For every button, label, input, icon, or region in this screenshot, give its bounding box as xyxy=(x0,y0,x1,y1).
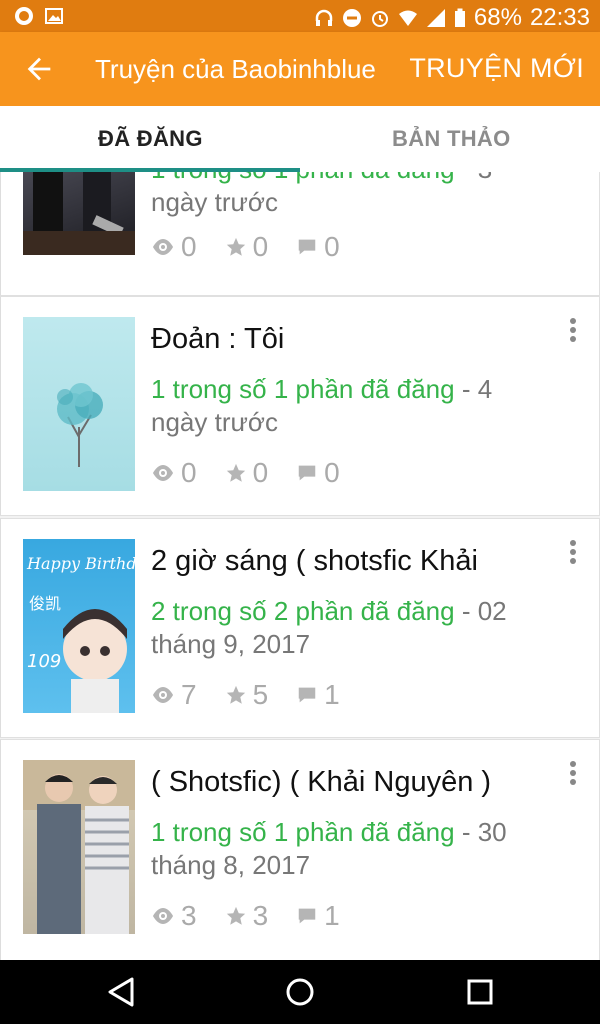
views-icon xyxy=(153,687,173,703)
parts-published: 2 trong số 2 phần đã đăng xyxy=(151,596,455,626)
votes-count: 0 xyxy=(252,231,269,262)
tab-bar: ĐÃ ĐĂNG BẢN THẢO xyxy=(0,106,600,173)
story-card[interactable]: 1 trong số 1 phần đã đăng - 3 ngày trước… xyxy=(0,172,600,296)
comments-icon xyxy=(298,687,316,703)
page-title: Truyện của Baobinhblue xyxy=(95,54,376,84)
published-time-start: - 02 xyxy=(461,596,507,626)
published-time: ngày trước xyxy=(151,187,278,217)
story-stats: 3 3 1 xyxy=(151,900,368,932)
parts-published: 1 trong số 1 phần đã đăng xyxy=(151,374,455,404)
published-time-start: - 4 xyxy=(461,374,493,404)
app-notification-icon xyxy=(15,7,33,25)
published-time-start: - 3 xyxy=(462,172,492,184)
cover-image xyxy=(57,383,103,467)
story-list: 1 trong số 1 phần đã đăng - 3 ngày trước… xyxy=(0,172,600,960)
votes-icon xyxy=(226,237,245,256)
votes-icon xyxy=(226,906,245,925)
votes-count: 0 xyxy=(252,457,269,488)
story-card[interactable]: ( Shotsfic) ( Khải Nguyên ) 1 trong số 1… xyxy=(0,739,600,960)
battery-level: 68% xyxy=(473,4,522,31)
story-meta: 1 trong số 1 phần đã đăng - 30 tháng 8, … xyxy=(151,816,571,882)
nav-back-icon[interactable] xyxy=(106,976,136,1008)
story-cover xyxy=(23,760,135,934)
votes-icon xyxy=(226,685,245,704)
svg-text:109: 109 xyxy=(27,651,61,672)
clock: 22:33 xyxy=(529,4,590,31)
comments-icon xyxy=(298,465,316,481)
cover-image: Happy Birthday 俊凯 109 xyxy=(26,554,135,713)
story-cover xyxy=(23,172,135,255)
comments-count: 1 xyxy=(324,900,340,931)
image-notification-icon xyxy=(45,8,63,24)
story-title[interactable]: Đoản : Tôi xyxy=(151,323,531,356)
signal-icon xyxy=(426,9,445,27)
parts-published: 1 trong số 1 phần đã đăng xyxy=(151,172,455,184)
comments-count: 0 xyxy=(324,231,340,262)
svg-text:俊凯: 俊凯 xyxy=(29,594,61,613)
battery-icon xyxy=(454,8,465,27)
votes-count: 3 xyxy=(252,900,269,931)
cover-image xyxy=(23,760,135,934)
tab-published[interactable]: ĐÃ ĐĂNG xyxy=(98,126,203,152)
story-title[interactable]: 2 giờ sáng ( shotsfic Khải xyxy=(151,545,531,578)
alarm-icon xyxy=(371,11,388,27)
tab-drafts[interactable]: BẢN THẢO xyxy=(392,126,511,152)
views-count: 3 xyxy=(181,900,197,931)
comments-icon xyxy=(298,239,316,255)
votes-count: 5 xyxy=(252,679,269,710)
more-vert-icon[interactable] xyxy=(569,760,577,786)
views-icon xyxy=(153,465,173,481)
cover-image xyxy=(23,172,135,255)
story-meta: 2 trong số 2 phần đã đăng - 02 tháng 9, … xyxy=(151,595,571,661)
views-count: 0 xyxy=(181,231,197,262)
story-stats: 7 5 1 xyxy=(151,679,368,711)
story-card[interactable]: Đoản : Tôi 1 trong số 1 phần đã đăng - 4… xyxy=(0,296,600,516)
comments-icon xyxy=(298,908,316,924)
published-time: ngày trước xyxy=(151,407,278,437)
votes-icon xyxy=(226,463,245,482)
views-count: 0 xyxy=(181,457,197,488)
views-count: 7 xyxy=(181,679,197,710)
status-bar: 68% 22:33 xyxy=(0,0,600,32)
wifi-icon xyxy=(398,10,417,26)
nav-home-icon[interactable] xyxy=(285,976,315,1008)
system-nav-bar xyxy=(0,960,600,1024)
parts-published: 1 trong số 1 phần đã đăng xyxy=(151,817,455,847)
new-story-button[interactable]: TRUYỆN MỚI xyxy=(409,53,584,84)
back-arrow-icon[interactable] xyxy=(22,52,56,86)
views-icon xyxy=(153,239,173,255)
comments-count: 0 xyxy=(324,457,340,488)
nav-recents-icon[interactable] xyxy=(466,976,494,1008)
story-card[interactable]: Happy Birthday 俊凯 109 2 giờ sáng ( shots… xyxy=(0,518,600,738)
cover-lettering: Happy Birthday xyxy=(26,554,135,573)
more-vert-icon[interactable] xyxy=(569,539,577,565)
story-meta: 1 trong số 1 phần đã đăng - 4 ngày trước xyxy=(151,373,571,439)
views-icon xyxy=(153,908,173,924)
story-stats: 0 0 0 xyxy=(151,457,368,489)
story-title[interactable]: ( Shotsfic) ( Khải Nguyên ) xyxy=(151,766,531,799)
story-stats: 0 0 0 xyxy=(151,231,368,263)
story-cover: Happy Birthday 俊凯 109 xyxy=(23,539,135,713)
published-time: tháng 9, 2017 xyxy=(151,629,311,659)
story-cover xyxy=(23,317,135,491)
comments-count: 1 xyxy=(324,679,340,710)
published-time-start: - 30 xyxy=(461,817,507,847)
app-bar: Truyện của Baobinhblue TRUYỆN MỚI xyxy=(0,32,600,106)
do-not-disturb-icon xyxy=(342,9,361,27)
story-meta: 1 trong số 1 phần đã đăng - 3 ngày trước xyxy=(151,172,571,219)
headset-icon xyxy=(315,9,333,26)
published-time: tháng 8, 2017 xyxy=(151,850,311,880)
more-vert-icon[interactable] xyxy=(569,317,577,343)
